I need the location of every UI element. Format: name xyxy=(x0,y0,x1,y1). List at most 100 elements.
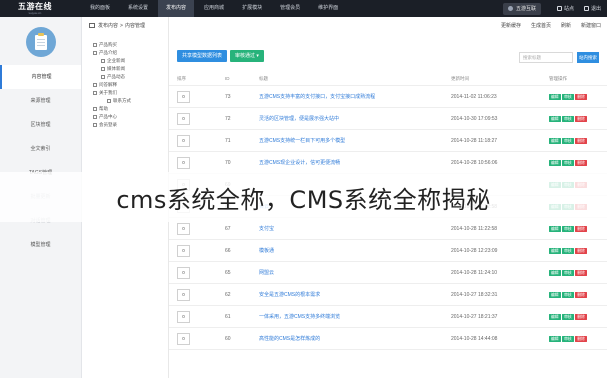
audit-button[interactable]: 审核 xyxy=(562,115,574,122)
topnav-item[interactable]: 我的面板 xyxy=(82,0,118,17)
title-link[interactable]: 一体采用，五游CMS支持多终端浏览 xyxy=(259,306,340,327)
delete-button[interactable]: 删除 xyxy=(575,269,587,276)
tree-node[interactable]: 帮助 xyxy=(83,105,168,113)
delete-button[interactable]: 删除 xyxy=(575,225,587,232)
col-sort[interactable]: 排序 xyxy=(177,72,186,85)
header-action[interactable]: 生成首页 xyxy=(531,22,551,29)
logout-link[interactable]: 退出 xyxy=(583,5,601,12)
col-title[interactable]: 标题 xyxy=(259,72,268,85)
audit-button[interactable]: 审核 xyxy=(562,313,574,320)
tree-node[interactable]: 产品动态 xyxy=(83,73,168,81)
title-link[interactable]: 安全是五游CMS的根本需求 xyxy=(259,284,320,305)
col-id[interactable]: ID xyxy=(225,72,230,85)
audit-button[interactable]: 审核 xyxy=(562,269,574,276)
edit-button[interactable]: 编辑 xyxy=(549,159,561,166)
search-button[interactable]: 站内搜索 xyxy=(577,52,599,63)
edit-button[interactable]: 编辑 xyxy=(549,93,561,100)
time-cell: 2014-10-28 10:56:06 xyxy=(451,159,498,166)
search-input[interactable]: 搜索标题 xyxy=(519,52,573,63)
tree-node[interactable]: 产品购买 xyxy=(83,41,168,49)
sort-input[interactable]: 0 xyxy=(177,112,190,125)
audit-button[interactable]: 审核 xyxy=(562,291,574,298)
tree-node[interactable]: 企业新闻 xyxy=(83,57,168,65)
left-menu-item[interactable]: 模型管理 xyxy=(0,233,81,257)
audit-button[interactable]: 审核 xyxy=(562,159,574,166)
audit-button[interactable]: 审核 xyxy=(562,247,574,254)
site-link[interactable]: 站点 xyxy=(556,5,574,12)
left-menu-item[interactable]: 全文索引 xyxy=(0,137,81,161)
id-cell: 72 xyxy=(225,115,231,122)
topnav-item[interactable]: 应用商城 xyxy=(196,0,232,17)
title-link[interactable]: 网盟云 xyxy=(259,262,274,283)
topnav-item[interactable]: 扩展模块 xyxy=(234,0,270,17)
edit-button[interactable]: 编辑 xyxy=(549,225,561,232)
title-link[interactable]: 灵活的区块管理，便是展示强大站中 xyxy=(259,108,339,129)
header-action[interactable]: 刷新 xyxy=(561,22,571,29)
tree-node[interactable]: 关于我们 xyxy=(83,89,168,97)
edit-button[interactable]: 编辑 xyxy=(549,291,561,298)
audit-button[interactable]: 审核 xyxy=(562,93,574,100)
topnav-item[interactable]: 维护界面 xyxy=(310,0,346,17)
delete-button[interactable]: 删除 xyxy=(575,115,587,122)
header-action[interactable]: 新建窗口 xyxy=(581,22,601,29)
audit-button[interactable]: 审核 xyxy=(562,137,574,144)
tree-toggle-icon xyxy=(107,99,111,103)
breadcrumb-current: 内容管理 xyxy=(124,23,145,29)
delete-button[interactable]: 删除 xyxy=(575,313,587,320)
tree-node[interactable]: 问答解释 xyxy=(83,81,168,89)
audit-button[interactable]: 审核 xyxy=(562,225,574,232)
tree-node-label: 企业新闻 xyxy=(107,58,125,63)
tree-node-label: 联系方式 xyxy=(113,98,131,103)
col-time[interactable]: 更新时间 xyxy=(451,72,469,85)
edit-button[interactable]: 编辑 xyxy=(549,115,561,122)
sort-input[interactable]: 0 xyxy=(177,90,190,103)
title-link[interactable]: 五游CMS现企业设计，信可更便流畅 xyxy=(259,152,340,173)
header-actions: 更新缓存 生成首页 刷新 新建窗口 xyxy=(491,22,601,29)
left-menu-item[interactable]: 来源管理 xyxy=(0,89,81,113)
breadcrumb-root[interactable]: 发布内容 xyxy=(98,22,118,29)
title-link[interactable]: 高性能的CMS是怎样炼成的 xyxy=(259,328,320,349)
edit-button[interactable]: 编辑 xyxy=(549,269,561,276)
tree-node-label: 关于我们 xyxy=(99,90,117,95)
title-link[interactable]: 模板通 xyxy=(259,240,274,261)
sort-input[interactable]: 0 xyxy=(177,310,190,323)
delete-button[interactable]: 删除 xyxy=(575,93,587,100)
tree-node-label: 产品介绍 xyxy=(99,50,117,55)
topnav-item[interactable]: 发布内容 xyxy=(158,0,195,17)
sort-input[interactable]: 0 xyxy=(177,134,190,147)
tree-node[interactable]: 产品介绍 xyxy=(83,49,168,57)
left-menu-item[interactable]: 区块管理 xyxy=(0,113,81,137)
sort-input[interactable]: 0 xyxy=(177,156,190,169)
topnav-item[interactable]: 系统设置 xyxy=(120,0,156,17)
delete-button[interactable]: 删除 xyxy=(575,159,587,166)
header-action[interactable]: 更新缓存 xyxy=(501,22,521,29)
left-menu-item[interactable]: 内容管理 xyxy=(0,65,81,89)
edit-button[interactable]: 编辑 xyxy=(549,313,561,320)
sort-input[interactable]: 0 xyxy=(177,266,190,279)
edit-button[interactable]: 编辑 xyxy=(549,247,561,254)
sort-input[interactable]: 0 xyxy=(177,222,190,235)
title-link[interactable]: 五游CMS支持丰富的支付接口，支付宝接口成熟流程 xyxy=(259,86,375,107)
shared-model-list-button[interactable]: 共享模型数据列表 xyxy=(177,50,228,62)
tree-toggle-icon xyxy=(101,75,105,79)
tree-node[interactable]: 联系方式 xyxy=(83,97,168,105)
tree-node[interactable]: 产品中心 xyxy=(83,113,168,121)
audit-pass-button[interactable]: 审核通过 ▾ xyxy=(230,50,264,62)
audit-button[interactable]: 审核 xyxy=(562,335,574,342)
delete-button[interactable]: 删除 xyxy=(575,137,587,144)
edit-button[interactable]: 编辑 xyxy=(549,137,561,144)
sort-input[interactable]: 0 xyxy=(177,244,190,257)
logo[interactable]: 五游在线 wuyou.cn xyxy=(0,0,70,17)
user-menu[interactable]: 五游互联 xyxy=(502,2,541,15)
edit-button[interactable]: 编辑 xyxy=(549,335,561,342)
delete-button[interactable]: 删除 xyxy=(575,291,587,298)
overlay-text: cms系统全称，CMS系统全称揭秘 xyxy=(116,185,491,214)
title-link[interactable]: 五游CMS支持统一栏目下可用多个模型 xyxy=(259,130,345,151)
delete-button[interactable]: 删除 xyxy=(575,335,587,342)
topnav-item[interactable]: 管理会员 xyxy=(272,0,308,17)
tree-node[interactable]: 媒体新闻 xyxy=(83,65,168,73)
sort-input[interactable]: 0 xyxy=(177,288,190,301)
sort-input[interactable]: 0 xyxy=(177,332,190,345)
delete-button[interactable]: 删除 xyxy=(575,247,587,254)
tree-node[interactable]: 会员登录 xyxy=(83,121,168,129)
